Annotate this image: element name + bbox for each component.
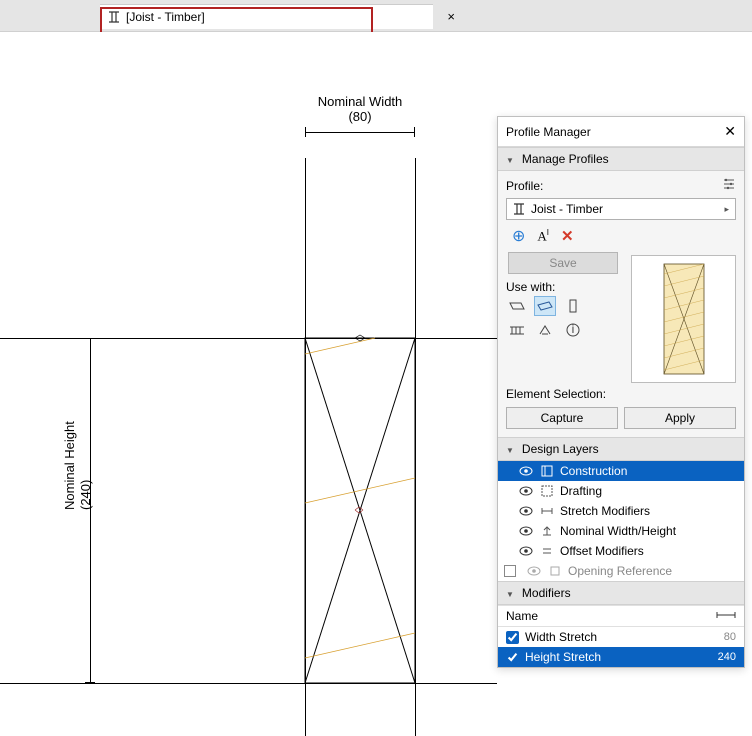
modifier-width-stretch[interactable]: Width Stretch 80 [498,627,744,647]
width-value: (80) [305,109,415,124]
profile-dropdown[interactable]: Joist - Timber ▸ [506,198,736,220]
modifiers-header[interactable]: Modifiers [498,581,744,605]
delete-profile-button[interactable]: ✕ [561,227,574,245]
drafting-layer-icon [540,485,554,497]
offset-layer-icon [540,545,554,557]
rename-profile-button[interactable]: AI [537,228,549,244]
stretch-layer-icon [540,505,554,517]
railing-tool-icon[interactable] [506,320,528,340]
visibility-icon[interactable] [526,566,542,576]
chevron-right-icon: ▸ [724,204,729,215]
document-tab[interactable]: [Joist - Timber] × [100,4,433,29]
layer-opening-reference[interactable]: Opening Reference [498,561,744,581]
panel-title: Profile Manager [506,125,724,139]
modifiers-label: Modifiers [522,586,571,600]
modifier-name: Width Stretch [525,630,690,644]
layer-drafting[interactable]: Drafting [498,481,744,501]
modifier-height-stretch[interactable]: Height Stretch 240 [498,647,744,667]
close-panel-icon[interactable]: ✕ [724,123,736,140]
nominal-layer-icon [540,525,554,537]
profile-settings-icon[interactable] [722,177,736,194]
visibility-icon[interactable] [518,486,534,496]
tab-label: [Joist - Timber] [126,10,425,24]
modifier-value: 240 [696,651,736,663]
profile-geometry[interactable] [305,338,415,683]
modifiers-columns: Name [498,605,744,627]
layer-label: Opening Reference [568,564,672,578]
profile-label: Profile: [506,179,543,193]
modifier-checkbox[interactable] [506,631,519,644]
drawing-canvas[interactable]: Nominal Width (80) Nominal Height (240) [0,32,497,704]
column-tool-icon[interactable] [562,296,584,316]
gridline-h-bottom [0,683,497,684]
design-layers-label: Design Layers [522,442,599,456]
wall-tool-icon[interactable] [506,296,528,316]
design-layers-list: Construction Drafting Stretch Modifiers … [498,461,744,581]
profile-preview [631,255,736,383]
beam-tool-icon[interactable] [534,296,556,316]
app-topbar: [Joist - Timber] × [0,0,752,32]
height-label: Nominal Height [62,421,77,510]
layer-label: Drafting [560,484,602,498]
modifier-dim-icon [716,609,736,623]
profile-manager-panel: Profile Manager ✕ Manage Profiles Profil… [497,116,745,668]
element-selection-label: Element Selection: [498,383,744,403]
width-tick-right [414,127,415,137]
layer-label: Offset Modifiers [560,544,644,558]
profile-selected: Joist - Timber [531,202,724,216]
modifier-checkbox[interactable] [506,651,519,664]
add-profile-button[interactable]: ⊕ [512,226,525,246]
height-dim-line [90,338,91,683]
modifier-name-column: Name [506,609,716,623]
chevron-down-icon [506,586,518,600]
ibeam-profile-icon [513,203,525,215]
manage-profiles-header[interactable]: Manage Profiles [498,147,744,171]
layer-label: Construction [560,464,627,478]
visibility-icon[interactable] [518,526,534,536]
width-tick-left [305,127,306,137]
height-value: (240) [78,480,93,510]
width-dimension: Nominal Width (80) [305,94,415,124]
manage-profiles-body: Profile: Joist - Timber ▸ ⊕ AI ✕ Save [498,171,744,383]
close-icon[interactable]: × [447,9,455,24]
element-selection-buttons: Capture Apply [498,403,744,437]
object-tool-icon[interactable] [534,320,556,340]
layer-offset-modifiers[interactable]: Offset Modifiers [498,541,744,561]
svg-text:i: i [572,322,575,336]
chevron-down-icon [506,442,518,456]
modifier-name: Height Stretch [525,650,690,664]
checkbox-unchecked[interactable] [504,565,516,577]
panel-titlebar[interactable]: Profile Manager ✕ [498,117,744,147]
info-icon[interactable]: i [562,320,584,340]
modifier-value: 80 [696,631,736,643]
opening-layer-icon [548,565,562,577]
layer-nominal-wh[interactable]: Nominal Width/Height [498,521,744,541]
visibility-icon[interactable] [518,506,534,516]
save-button[interactable]: Save [508,252,618,274]
layer-label: Nominal Width/Height [560,524,676,538]
width-label: Nominal Width [305,94,415,109]
height-dimension [78,338,94,683]
width-dim-line [305,132,415,133]
ibeam-profile-icon [108,11,120,23]
visibility-icon[interactable] [518,466,534,476]
design-layers-header[interactable]: Design Layers [498,437,744,461]
chevron-down-icon [506,152,518,166]
gridline-h-top [0,338,497,339]
apply-button[interactable]: Apply [624,407,736,429]
construction-layer-icon [540,465,554,477]
manage-profiles-label: Manage Profiles [522,152,609,166]
visibility-icon[interactable] [518,546,534,556]
layer-stretch-modifiers[interactable]: Stretch Modifiers [498,501,744,521]
layer-label: Stretch Modifiers [560,504,650,518]
capture-button[interactable]: Capture [506,407,618,429]
layer-construction[interactable]: Construction [498,461,744,481]
